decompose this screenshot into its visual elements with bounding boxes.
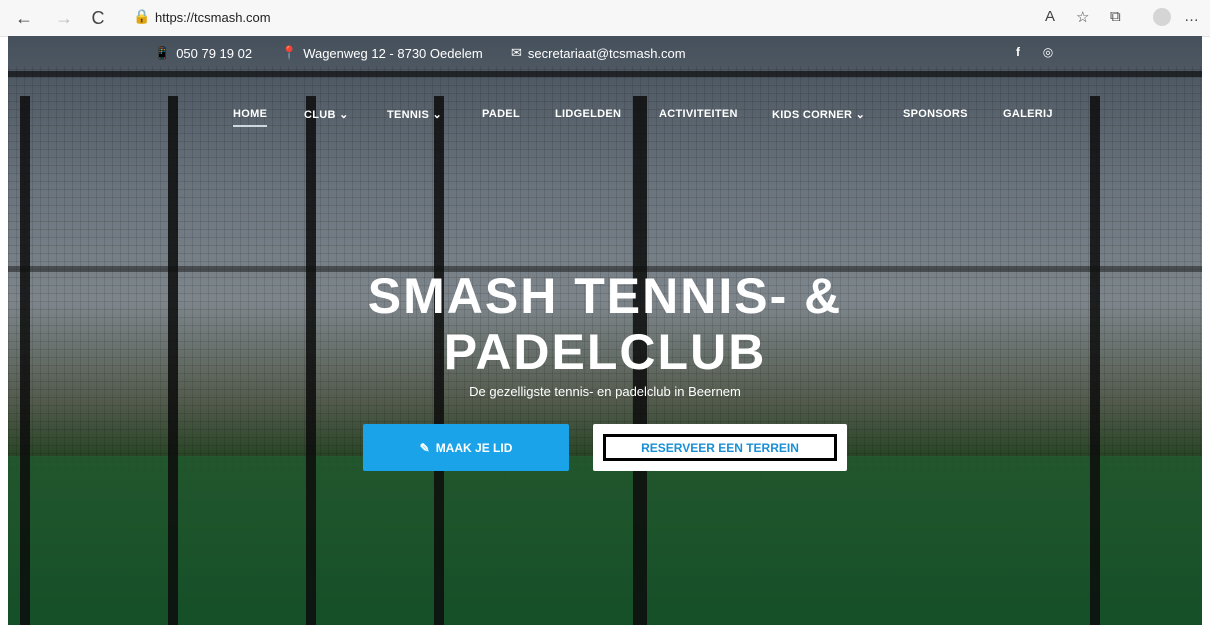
nav-tennis[interactable]: TENNIS ⌄ (387, 108, 442, 121)
url-text: https://tcsmash.com (155, 10, 271, 25)
nav-kids-corner[interactable]: KIDS CORNER ⌄ (772, 108, 865, 121)
hero-title-line2: PADELCLUB (443, 324, 767, 380)
lock-icon: 🔒 (133, 8, 151, 24)
address-text: Wagenweg 12 - 8730 Oedelem (303, 45, 483, 61)
nav-home[interactable]: HOME (233, 108, 268, 127)
collections-icon[interactable]: ⧉ (1110, 8, 1121, 25)
nav-kids-label: KIDS CORNER (772, 109, 853, 121)
hero-title: SMASH TENNIS- & PADELCLUB (8, 268, 1202, 380)
reserve-court-button[interactable]: RESERVEER EEN TERREIN (593, 424, 847, 471)
address-item[interactable]: 📍 Wagenweg 12 - 8730 Oedelem (281, 45, 483, 61)
instagram-icon[interactable]: ◎ (1041, 45, 1055, 59)
hero-title-line1: SMASH TENNIS- & (367, 268, 843, 324)
join-button-label: MAAK JE LID (435, 440, 513, 455)
nav-club[interactable]: CLUB ⌄ (304, 108, 349, 121)
browser-toolbar: ← → C 🔒 https://tcsmash.com A ☆ ⧉ … (0, 0, 1210, 37)
phone-item[interactable]: 📱 050 79 19 02 (154, 45, 252, 61)
back-icon[interactable]: ← (12, 6, 36, 30)
nav-sponsors[interactable]: SPONSORS (903, 108, 968, 120)
nav-club-label: CLUB (304, 109, 336, 121)
edit-icon: ✎ (419, 440, 430, 455)
contact-bar: 📱 050 79 19 02 📍 Wagenweg 12 - 8730 Oede… (8, 36, 1202, 70)
email-text: secretariaat@tcsmash.com (527, 45, 686, 61)
hero-section: 📱 050 79 19 02 📍 Wagenweg 12 - 8730 Oede… (8, 36, 1202, 625)
nav-activiteiten[interactable]: ACTIVITEITEN (659, 108, 738, 120)
mail-icon: ✉ (511, 45, 522, 60)
nav-tennis-label: TENNIS (387, 109, 430, 121)
facebook-icon[interactable]: f (1011, 45, 1025, 59)
profile-avatar[interactable] (1153, 8, 1171, 26)
chevron-down-icon: ⌄ (855, 109, 866, 121)
phone-number: 050 79 19 02 (176, 45, 253, 61)
chevron-down-icon: ⌄ (432, 109, 443, 121)
nav-padel[interactable]: PADEL (482, 108, 520, 120)
forward-icon[interactable]: → (52, 6, 76, 30)
location-pin-icon: 📍 (281, 45, 298, 60)
nav-galerij[interactable]: GALERIJ (1003, 108, 1053, 120)
email-item[interactable]: ✉ secretariaat@tcsmash.com (511, 45, 686, 61)
refresh-icon[interactable]: C (86, 6, 110, 30)
nav-lidgelden[interactable]: LIDGELDEN (555, 108, 621, 120)
more-icon[interactable]: … (1184, 8, 1199, 25)
address-bar[interactable]: 🔒 https://tcsmash.com (125, 5, 1145, 31)
read-aloud-icon[interactable]: A (1045, 8, 1055, 25)
hero-subtitle: De gezelligste tennis- en padelclub in B… (469, 384, 741, 399)
favorites-icon[interactable]: ☆ (1076, 8, 1089, 26)
phone-icon: 📱 (154, 45, 171, 60)
reserve-court-label: RESERVEER EEN TERREIN (603, 434, 837, 461)
join-button[interactable]: ✎ MAAK JE LID (363, 424, 569, 471)
chevron-down-icon: ⌄ (339, 109, 349, 121)
